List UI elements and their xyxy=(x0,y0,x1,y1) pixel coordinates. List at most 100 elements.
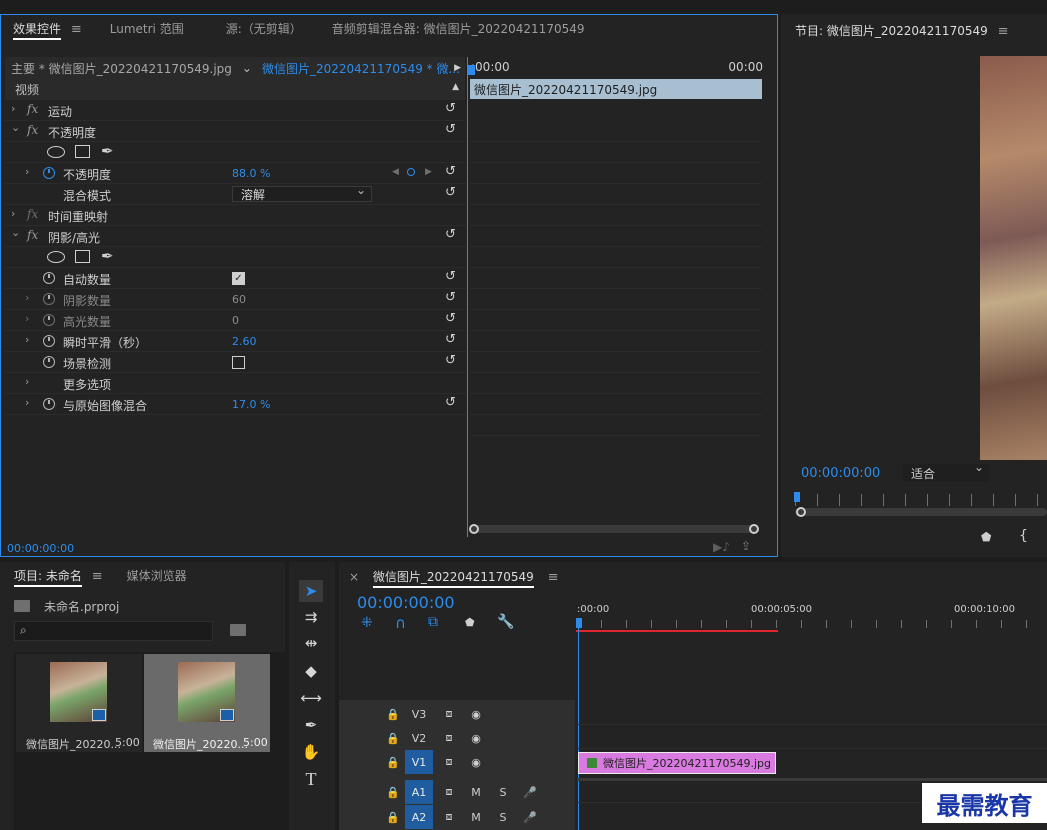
add-marker-icon[interactable]: ⬟ xyxy=(465,616,475,629)
effect-controls-timecode[interactable]: 00:00:00:00 xyxy=(7,542,74,555)
stopwatch-icon[interactable] xyxy=(43,167,55,179)
reset-icon[interactable]: ↺ xyxy=(445,185,456,200)
collapse-chevron-icon[interactable]: ⌄ xyxy=(11,121,20,134)
eye-icon[interactable]: ◉ xyxy=(462,702,490,726)
panel-menu-icon[interactable]: ≡ xyxy=(548,570,559,585)
panel-menu-icon[interactable]: ≡ xyxy=(92,569,103,584)
expand-chevron-icon[interactable]: › xyxy=(11,102,15,115)
effect-time-remapping[interactable]: › fx 时间重映射 xyxy=(5,205,465,226)
fx-icon[interactable]: fx xyxy=(27,207,38,221)
track-target-v3[interactable]: V3 xyxy=(405,702,433,726)
scroll-handle-left-icon[interactable] xyxy=(796,507,806,517)
toggle-sync-lock-icon[interactable]: ⧈ xyxy=(435,726,463,750)
mute-button[interactable]: M xyxy=(462,805,490,829)
track-select-tool-icon[interactable]: ⇉ xyxy=(299,606,323,628)
next-keyframe-icon[interactable]: ▶ xyxy=(425,167,432,177)
project-search-input[interactable]: ⌕ xyxy=(14,621,213,641)
timeline-playhead[interactable] xyxy=(576,618,582,628)
wrench-icon[interactable]: 🔧 xyxy=(497,614,514,630)
lock-icon[interactable]: 🔒 xyxy=(379,805,407,829)
timeline-tab[interactable]: × 微信图片_20220421170549 ≡ xyxy=(349,568,559,588)
timeline-clip[interactable]: 微信图片_20220421170549.jpg xyxy=(578,752,776,774)
timeline-ruler[interactable]: :00:00 00:00:05:00 00:00:10:00 xyxy=(576,598,1047,632)
show-timeline-toggle-icon[interactable]: ▶ xyxy=(454,63,461,73)
fx-icon[interactable]: fx xyxy=(27,123,38,137)
export-icon[interactable]: ⇪ xyxy=(741,539,751,553)
expand-chevron-icon[interactable]: › xyxy=(25,396,29,409)
toggle-sync-lock-icon[interactable]: ⧈ xyxy=(435,750,463,774)
auto-amount-checkbox[interactable]: ✓ xyxy=(232,272,245,285)
track-target-v1[interactable]: V1 xyxy=(405,750,433,774)
tab-project[interactable]: 项目: 未命名 ≡ xyxy=(0,567,115,587)
expand-chevron-icon[interactable]: › xyxy=(11,207,15,220)
mark-in-icon[interactable]: { xyxy=(1019,528,1028,544)
panel-menu-icon[interactable]: ≡ xyxy=(71,22,82,37)
reset-icon[interactable]: ↺ xyxy=(445,395,456,410)
expand-chevron-icon[interactable]: › xyxy=(25,165,29,178)
mini-timeline-playhead[interactable] xyxy=(468,65,475,75)
collapse-chevron-icon[interactable]: ⌄ xyxy=(11,226,20,239)
reset-icon[interactable]: ↺ xyxy=(445,353,456,368)
program-timecode[interactable]: 00:00:00:00 xyxy=(801,466,880,481)
scene-detect-checkbox[interactable] xyxy=(232,356,245,369)
timeline-timecode[interactable]: 00:00:00:00 xyxy=(357,593,455,612)
mini-timeline-clip-bar[interactable]: 微信图片_20220421170549.jpg xyxy=(470,79,762,99)
track-v3-lane[interactable] xyxy=(577,702,1047,725)
new-bin-from-search-icon[interactable] xyxy=(230,624,246,636)
rectangle-mask-icon[interactable] xyxy=(75,250,90,263)
program-scrollbar[interactable] xyxy=(795,508,1047,516)
lock-icon[interactable]: 🔒 xyxy=(379,702,407,726)
pen-mask-icon[interactable]: ✒ xyxy=(101,247,114,265)
mute-button[interactable]: M xyxy=(462,780,490,804)
temporal-smoothing-value[interactable]: 2.60 xyxy=(232,335,257,348)
property-more-options[interactable]: › 更多选项 xyxy=(5,373,465,394)
pen-mask-icon[interactable]: ✒ xyxy=(101,142,114,160)
property-shadow-amount[interactable]: › 阴影数量 60 ↺ xyxy=(5,289,465,310)
reset-icon[interactable]: ↺ xyxy=(445,122,456,137)
effect-motion[interactable]: › fx 运动 ↺ xyxy=(5,100,465,121)
opacity-value[interactable]: 88.0 % xyxy=(232,167,270,180)
effect-opacity[interactable]: ⌄ fx 不透明度 ↺ xyxy=(5,121,465,142)
add-marker-icon[interactable]: ⬟ xyxy=(981,530,991,544)
nest-icon[interactable]: ⁜ xyxy=(361,615,373,631)
toggle-sync-lock-icon[interactable]: ⧈ xyxy=(435,805,463,829)
stopwatch-icon[interactable] xyxy=(43,293,55,305)
project-item-selected[interactable]: 微信图片_20220... 5:00 xyxy=(144,654,270,752)
rectangle-mask-icon[interactable] xyxy=(75,145,90,158)
effect-shadow-highlight[interactable]: ⌄ fx 阴影/高光 ↺ xyxy=(5,226,465,247)
tab-audio-clip-mixer[interactable]: 音频剪辑混合器: 微信图片_20220421170549 xyxy=(320,20,597,37)
razor-tool-icon[interactable]: ◆ xyxy=(299,660,323,682)
expand-chevron-icon[interactable]: › xyxy=(25,291,29,304)
program-playhead[interactable] xyxy=(794,492,800,502)
stopwatch-icon[interactable] xyxy=(43,398,55,410)
ellipse-mask-icon[interactable] xyxy=(47,146,65,158)
toggle-sync-lock-icon[interactable]: ⧈ xyxy=(435,702,463,726)
blend-mode-dropdown[interactable]: 溶解 ⌄ xyxy=(232,183,372,202)
selection-tool-icon[interactable]: ➤ xyxy=(299,580,323,602)
prev-keyframe-icon[interactable]: ◀ xyxy=(392,167,399,177)
property-opacity[interactable]: › 不透明度 88.0 % ◀ ▶ ↺ xyxy=(5,163,465,184)
tab-effect-controls[interactable]: 效果控件 ≡ xyxy=(1,20,94,40)
type-tool-icon[interactable]: T xyxy=(299,768,323,790)
stopwatch-icon[interactable] xyxy=(43,335,55,347)
microphone-icon[interactable]: 🎤 xyxy=(516,805,544,829)
pen-tool-icon[interactable]: ✒ xyxy=(299,714,323,736)
reset-icon[interactable]: ↺ xyxy=(445,101,456,116)
solo-button[interactable]: S xyxy=(489,805,517,829)
slip-tool-icon[interactable]: ⟷ xyxy=(299,687,323,709)
solo-button[interactable]: S xyxy=(489,780,517,804)
hand-tool-icon[interactable]: ✋ xyxy=(299,741,323,763)
lock-icon[interactable]: 🔒 xyxy=(379,750,407,774)
master-clip-label[interactable]: 主要 * 微信图片_20220421170549.jpg xyxy=(5,60,232,77)
blend-with-original-value[interactable]: 17.0 % xyxy=(232,398,270,411)
ripple-edit-tool-icon[interactable]: ⇹ xyxy=(299,632,323,654)
clip-selector-chevron-icon[interactable]: ⌄ xyxy=(242,61,252,75)
property-blend-with-original[interactable]: › 与原始图像混合 17.0 % ↺ xyxy=(5,394,465,415)
reset-icon[interactable]: ↺ xyxy=(445,332,456,347)
stopwatch-icon[interactable] xyxy=(43,272,55,284)
program-time-ruler[interactable] xyxy=(795,494,1047,506)
scroll-handle-left-icon[interactable] xyxy=(469,524,479,534)
expand-chevron-icon[interactable]: › xyxy=(25,312,29,325)
property-temporal-smoothing[interactable]: › 瞬时平滑（秒） 2.60 ↺ xyxy=(5,331,465,352)
track-target-a1[interactable]: A1 xyxy=(405,780,433,804)
